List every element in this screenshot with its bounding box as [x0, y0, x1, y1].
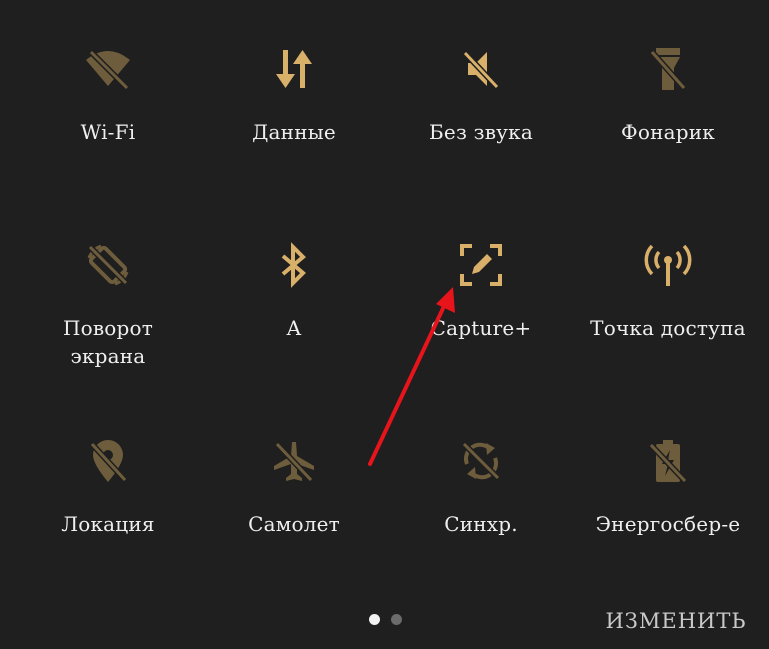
- tile-capture-plus[interactable]: Capture+: [386, 196, 576, 386]
- tile-location[interactable]: Локация: [13, 392, 203, 582]
- flashlight-off-icon: [643, 44, 693, 94]
- tile-airplane-mode[interactable]: Самолет: [199, 392, 389, 582]
- page-dot[interactable]: [391, 614, 402, 625]
- tile-wifi[interactable]: Wi-Fi: [13, 0, 203, 190]
- tile-label: Capture+: [430, 316, 532, 340]
- tile-battery-saver[interactable]: Энергосбер-е: [573, 392, 763, 582]
- tile-label: Синхр.: [444, 512, 518, 536]
- tile-label: Без звука: [429, 120, 533, 144]
- quick-settings-panel: Wi-Fi Данные Без звука Фонарик Поворот э…: [0, 0, 769, 649]
- capture-plus-icon: [456, 240, 506, 290]
- tile-hotspot[interactable]: Точка доступа: [573, 196, 763, 386]
- airplane-off-icon: [269, 436, 319, 486]
- edit-button[interactable]: ИЗМЕНИТЬ: [596, 604, 756, 638]
- tile-bluetooth[interactable]: A: [199, 196, 389, 386]
- tile-label: Энергосбер-е: [595, 512, 741, 536]
- tile-label: Локация: [61, 512, 155, 536]
- tile-label: Данные: [252, 120, 336, 144]
- battery-saver-off-icon: [643, 436, 693, 486]
- tile-mobile-data[interactable]: Данные: [199, 0, 389, 190]
- tile-label: Самолет: [248, 512, 340, 536]
- tile-label: Wi-Fi: [80, 120, 136, 144]
- tile-flashlight[interactable]: Фонарик: [573, 0, 763, 190]
- tile-label: Точка доступа: [590, 316, 746, 340]
- mute-icon: [456, 44, 506, 94]
- rotation-off-icon: [83, 240, 133, 290]
- bluetooth-icon: [269, 240, 319, 290]
- location-off-icon: [83, 436, 133, 486]
- sync-off-icon: [456, 436, 506, 486]
- tile-sync[interactable]: Синхр.: [386, 392, 576, 582]
- tile-label: Фонарик: [621, 120, 715, 144]
- tile-auto-rotate[interactable]: Поворот экрана: [13, 196, 203, 386]
- page-indicator: [369, 613, 409, 627]
- hotspot-icon: [643, 240, 693, 290]
- mobile-data-icon: [269, 44, 319, 94]
- tile-label: Поворот экрана: [62, 316, 154, 368]
- tile-silent[interactable]: Без звука: [386, 0, 576, 190]
- tile-label: A: [286, 316, 302, 340]
- page-dot-current[interactable]: [369, 614, 380, 625]
- wifi-off-icon: [83, 44, 133, 94]
